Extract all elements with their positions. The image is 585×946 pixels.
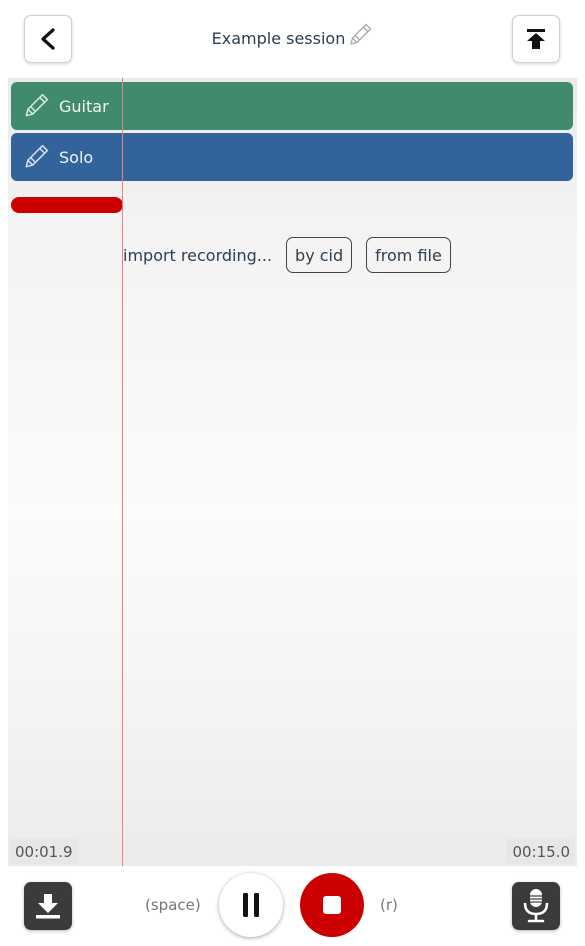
stop-icon	[323, 896, 341, 914]
download-icon	[36, 894, 60, 919]
pause-shortcut-hint: (space)	[145, 896, 201, 914]
track-label: Guitar	[59, 96, 109, 116]
current-time: 00:01.9	[10, 839, 78, 864]
import-from-file-button[interactable]: from file	[366, 237, 451, 273]
timeline-stage[interactable]: Guitar Solo import recording... by cid f…	[8, 78, 577, 866]
arrow-to-top-icon	[527, 29, 545, 49]
total-time: 00:15.0	[507, 839, 575, 864]
microphone-button[interactable]	[512, 882, 560, 930]
pencil-icon[interactable]	[21, 142, 51, 172]
track-solo[interactable]: Solo	[11, 133, 573, 181]
recording-bar[interactable]	[11, 197, 123, 213]
transport-bar: (space) (r)	[0, 866, 585, 946]
pencil-icon[interactable]	[347, 22, 373, 48]
pause-button[interactable]	[219, 873, 283, 937]
playhead[interactable]	[122, 78, 123, 866]
import-by-cid-button[interactable]: by cid	[286, 237, 353, 273]
session-title[interactable]: Example session	[0, 23, 585, 48]
pencil-icon[interactable]	[21, 91, 51, 121]
header: Example session	[0, 0, 585, 78]
pause-icon	[243, 893, 259, 917]
download-button[interactable]	[24, 882, 72, 930]
stop-button[interactable]	[300, 873, 364, 937]
track-label: Solo	[59, 147, 94, 167]
session-title-text: Example session	[211, 28, 346, 48]
import-label: import recording...	[123, 245, 273, 265]
import-recording-row: import recording... by cid from file	[123, 237, 451, 273]
track-guitar[interactable]: Guitar	[11, 82, 573, 130]
record-shortcut-hint: (r)	[380, 896, 398, 914]
microphone-icon	[523, 889, 549, 923]
scroll-top-button[interactable]	[512, 15, 560, 63]
